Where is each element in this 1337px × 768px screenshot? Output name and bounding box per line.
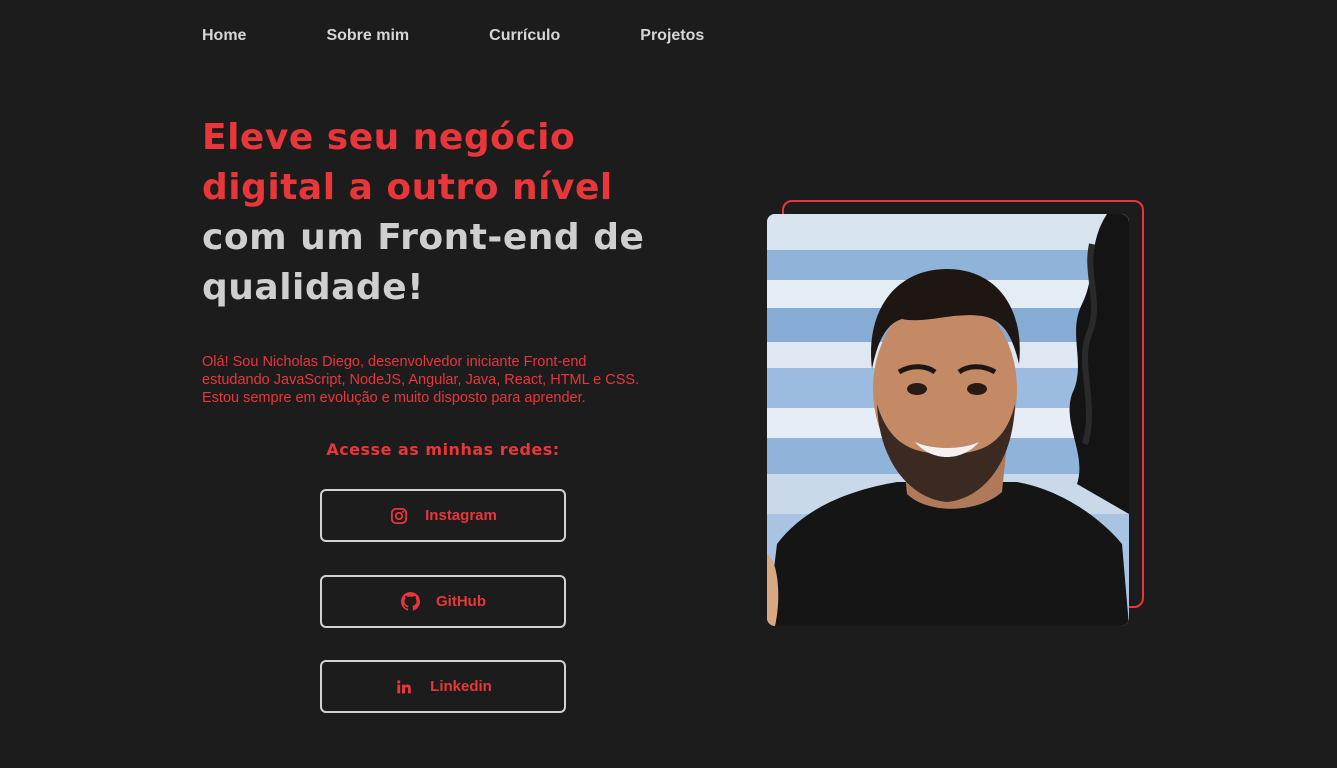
instagram-icon [389,506,409,526]
main-nav: Home Sobre mim Currículo Projetos [202,26,784,46]
intro-text: Olá! Sou Nicholas Diego, desenvolvedor i… [202,353,672,407]
github-button[interactable]: GitHub [320,575,566,628]
nav-projects[interactable]: Projetos [640,26,704,46]
github-icon [400,592,420,612]
linkedin-label: Linkedin [430,678,492,695]
networks-title: Acesse as minhas redes: [326,440,560,459]
linkedin-button[interactable]: Linkedin [320,660,566,713]
headline-line-2: digital a outro nível [202,167,613,208]
instagram-button[interactable]: Instagram [320,489,566,542]
nav-resume[interactable]: Currículo [489,26,560,46]
profile-photo [767,214,1129,626]
hero-headline: Eleve seu negócio digital a outro nível … [202,113,722,313]
instagram-label: Instagram [425,507,497,524]
headline-line-1: Eleve seu negócio [202,117,576,158]
headline-line-3: com um Front-end de [202,217,645,258]
intro-line-2: estudando JavaScript, NodeJS, Angular, J… [202,372,640,388]
nav-home[interactable]: Home [202,26,246,46]
nav-about[interactable]: Sobre mim [326,26,409,46]
intro-line-1: Olá! Sou Nicholas Diego, desenvolvedor i… [202,354,587,370]
headline-line-4: qualidade! [202,267,425,308]
linkedin-icon [394,677,414,697]
github-label: GitHub [436,593,486,610]
intro-line-3: Estou sempre em evolução e muito dispost… [202,390,586,406]
